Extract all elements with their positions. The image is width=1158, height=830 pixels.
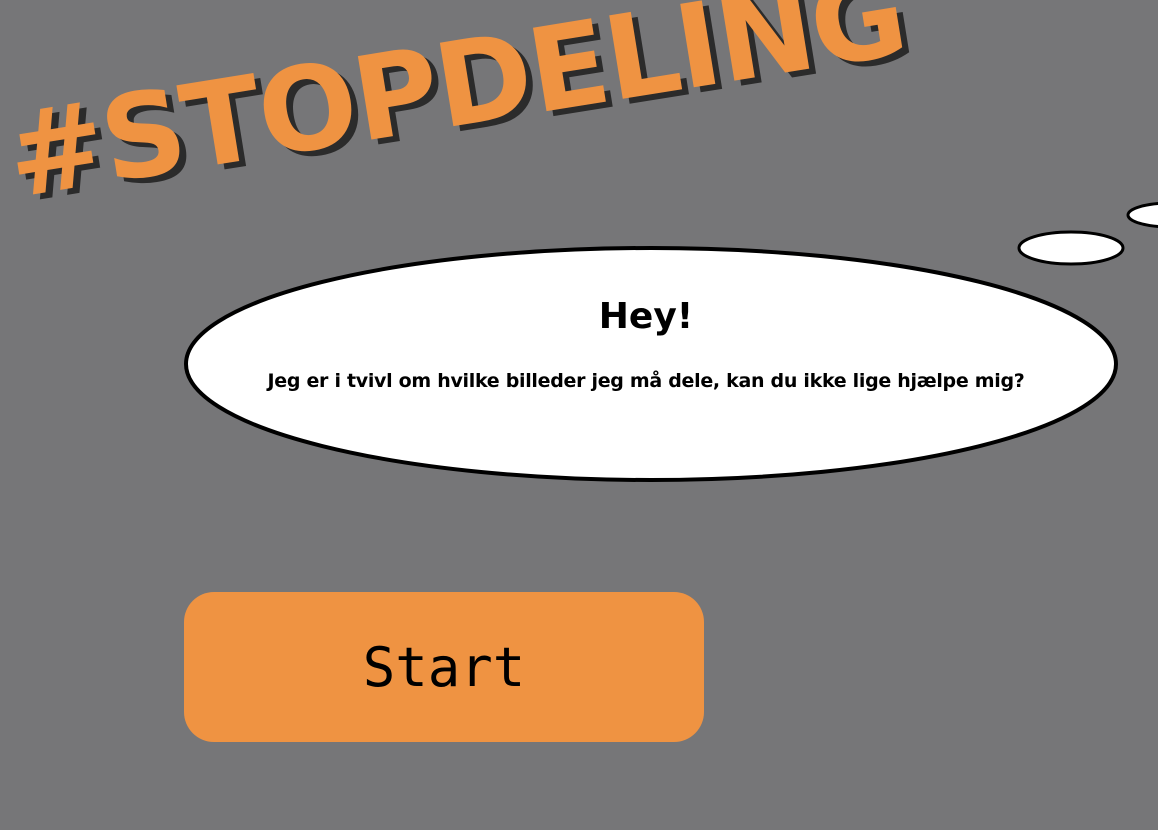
start-button[interactable]: Start: [184, 592, 704, 742]
bubble-title: Hey!: [598, 296, 694, 337]
bubble-message: Jeg er i tvivl om hvilke billeder jeg må…: [267, 370, 1025, 392]
thought-bubble-dot-small: [1126, 201, 1158, 229]
thought-bubble: Hey! Jeg er i tvivl om hvilke billeder j…: [186, 248, 1116, 480]
